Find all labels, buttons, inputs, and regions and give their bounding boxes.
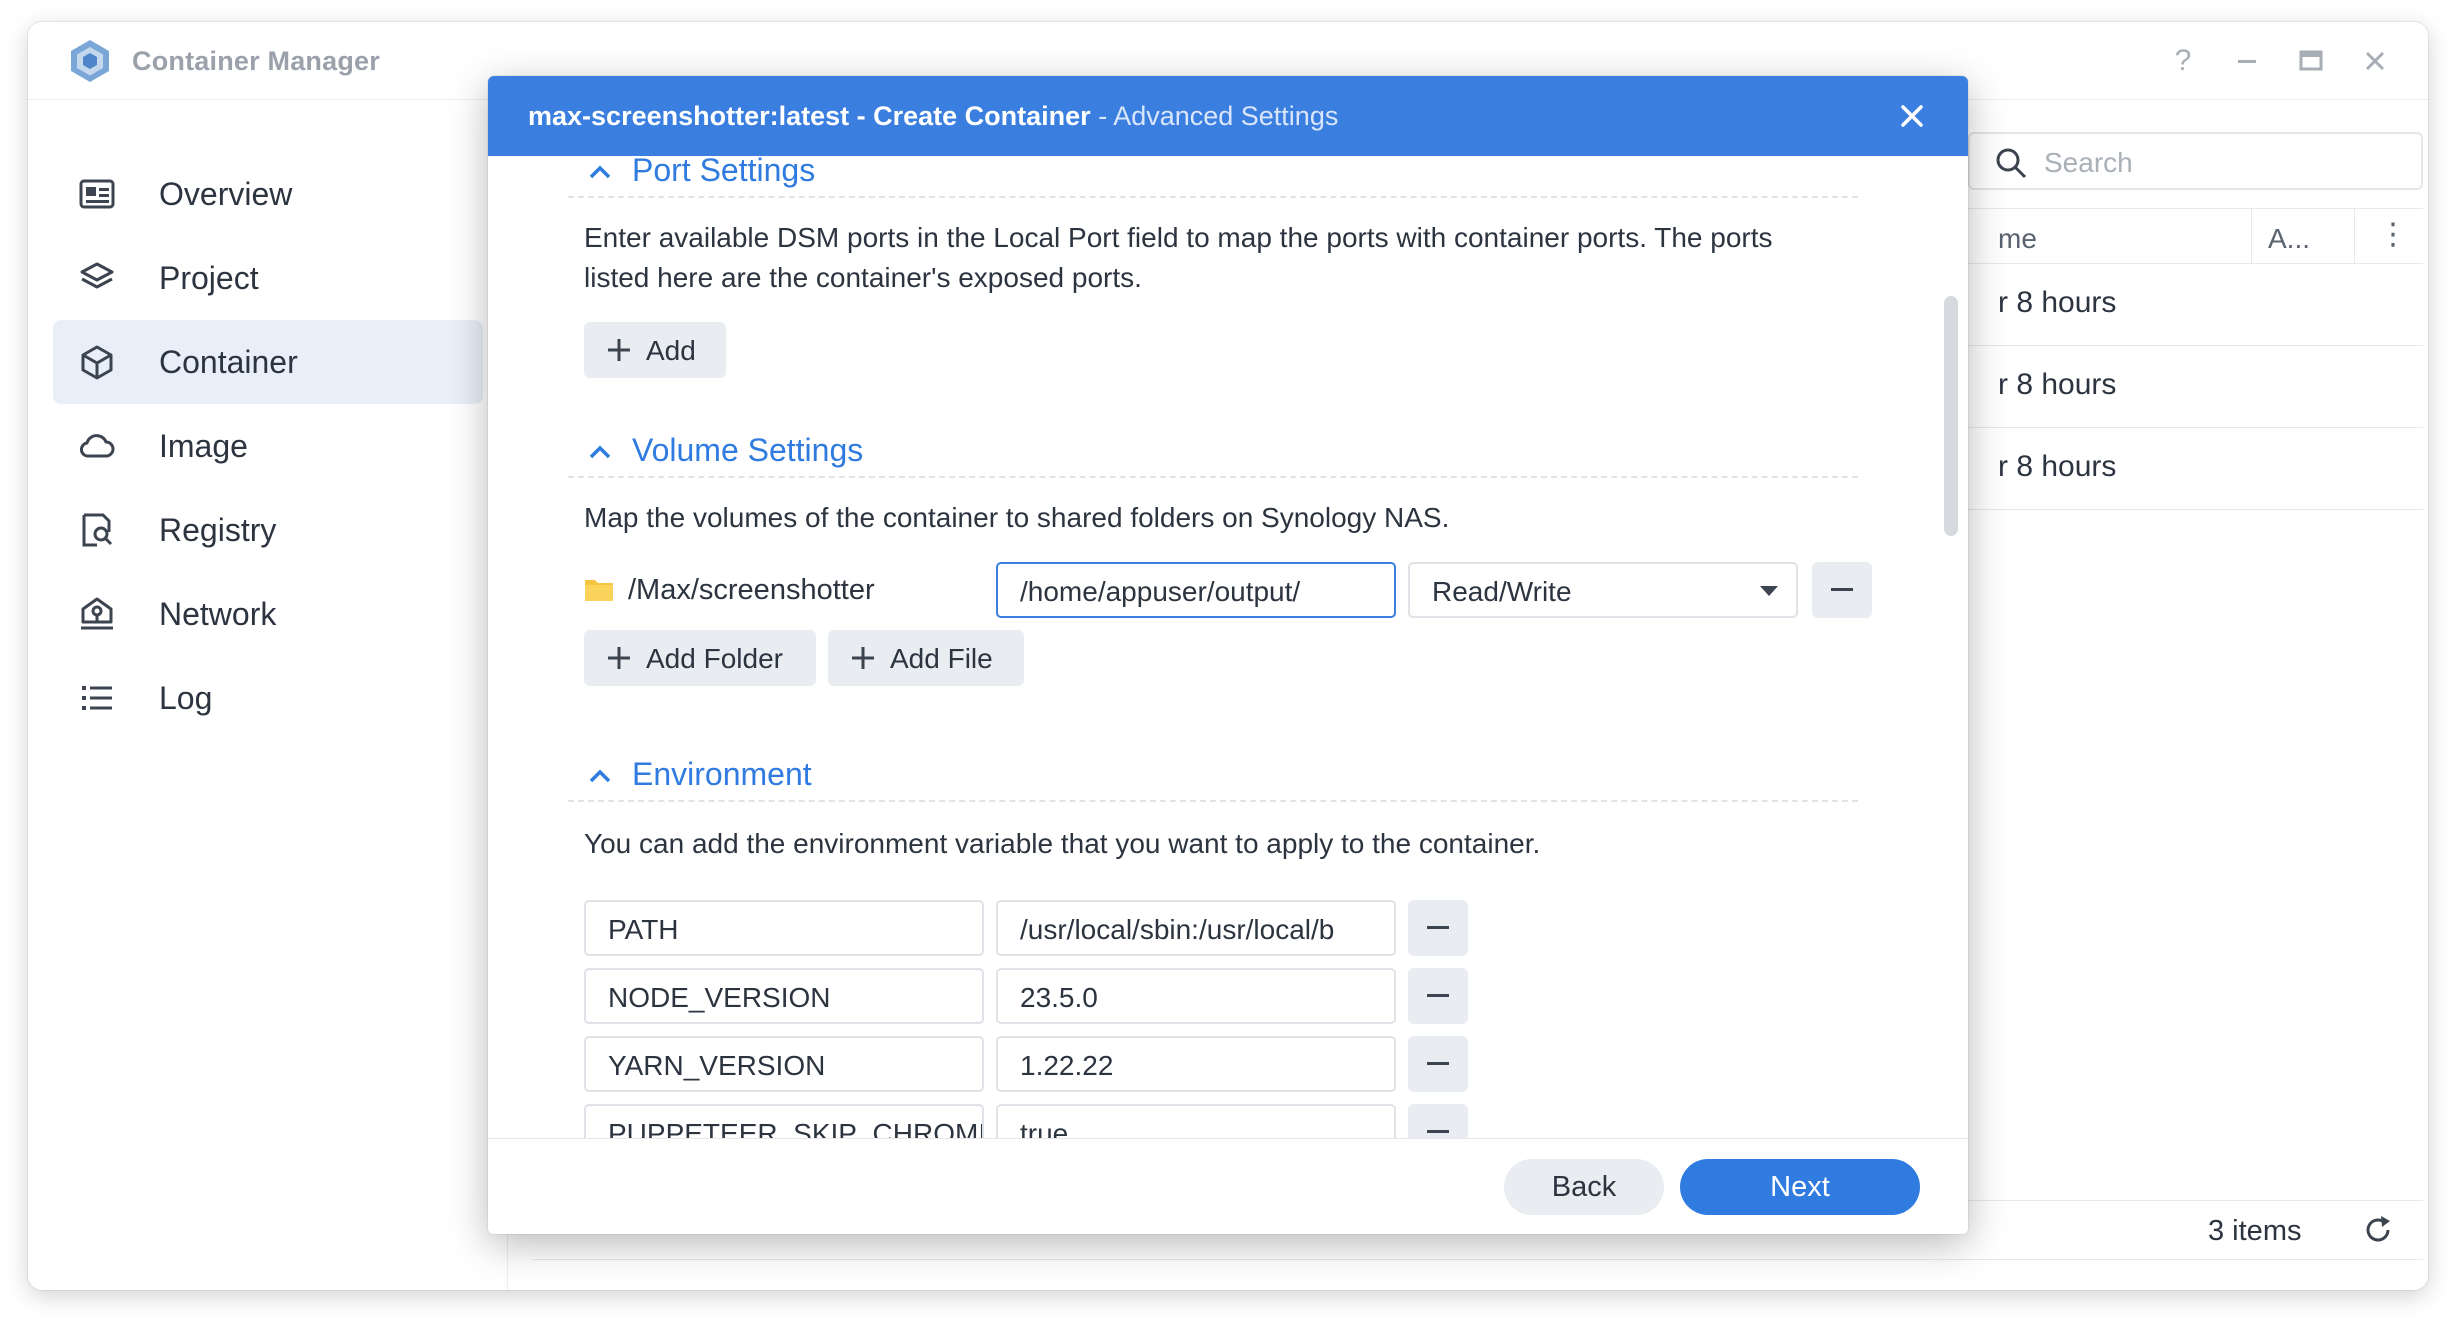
column-header-a[interactable]: A... [2268, 223, 2310, 255]
sidebar-item-container[interactable]: Container [53, 320, 483, 404]
maximize-icon [2299, 50, 2323, 71]
column-options-button[interactable]: ⋮ [2378, 217, 2408, 252]
refresh-icon[interactable] [2361, 1213, 2395, 1247]
help-button[interactable]: ? [2164, 42, 2202, 80]
sidebar-item-label: Container [159, 344, 298, 380]
dialog-header: max-screenshotter:latest - Create Contai… [488, 76, 1968, 156]
layers-icon [80, 262, 114, 289]
list-item[interactable]: r 8 hours [1968, 264, 2423, 346]
sidebar-item-label: Image [159, 428, 248, 464]
search-placeholder: Search [2044, 147, 2133, 178]
sidebar-item-registry[interactable]: Registry [53, 488, 483, 572]
button-label: Add [646, 335, 696, 366]
window-close-button[interactable] [2356, 42, 2394, 80]
sidebar-item-overview[interactable]: Overview [53, 152, 483, 236]
search-icon [1996, 148, 2027, 179]
minimize-button[interactable] [2228, 42, 2266, 80]
section-title: Port Settings [632, 156, 816, 188]
maximize-button[interactable] [2292, 42, 2330, 80]
section-port-settings[interactable]: Port Settings [568, 156, 1858, 198]
column-divider [2354, 209, 2355, 265]
environment-description: You can add the environment variable tha… [584, 828, 1541, 859]
minimize-icon [2238, 60, 2256, 63]
section-title: Environment [632, 756, 812, 792]
remove-env-button[interactable] [1408, 1036, 1468, 1092]
plus-icon [852, 647, 874, 669]
sidebar-item-label: Project [159, 260, 259, 296]
column-divider [2251, 209, 2252, 265]
sidebar-item-log[interactable]: Log [53, 656, 483, 740]
section-volume-settings[interactable]: Volume Settings [568, 428, 1858, 478]
list-icon [82, 686, 112, 710]
env-key-input[interactable]: NODE_VERSION [584, 968, 984, 1024]
list-item-uptime: r 8 hours [1998, 368, 2117, 401]
sidebar-item-network[interactable]: Network [53, 572, 483, 656]
dialog-title: max-screenshotter:latest - Create Contai… [528, 101, 1338, 132]
scrollbar[interactable] [1944, 296, 1958, 536]
list-header: me A... ⋮ [1968, 208, 2423, 265]
permission-select[interactable]: Read/Write [1408, 562, 1798, 618]
plus-icon [608, 339, 630, 361]
env-value-input[interactable]: 23.5.0 [996, 968, 1396, 1024]
list-item[interactable]: r 8 hours [1968, 428, 2423, 510]
button-label: Add File [890, 643, 993, 674]
sidebar-item-label: Network [159, 596, 277, 632]
button-label: Add Folder [646, 643, 783, 674]
back-button[interactable]: Back [1504, 1159, 1664, 1215]
network-house-icon [81, 597, 113, 630]
add-port-button[interactable]: Add [584, 322, 726, 378]
sidebar-item-image[interactable]: Image [53, 404, 483, 488]
sidebar-item-project[interactable]: Project [53, 236, 483, 320]
dialog-body: Port Settings Enter available DSM ports … [488, 156, 1968, 1216]
sidebar-item-label: Registry [159, 512, 277, 548]
next-button[interactable]: Next [1680, 1159, 1920, 1215]
close-icon [2365, 51, 2385, 71]
chevron-up-icon [589, 769, 611, 783]
create-container-dialog: max-screenshotter:latest - Create Contai… [488, 76, 1968, 1234]
volume-folder-path: /Max/screenshotter [628, 574, 875, 606]
remove-env-button[interactable] [1408, 900, 1468, 956]
folder-icon [585, 580, 613, 601]
list-item-uptime: r 8 hours [1998, 450, 2117, 483]
list-item-uptime: r 8 hours [1998, 286, 2117, 319]
env-key-input[interactable]: YARN_VERSION [584, 1036, 984, 1092]
plus-icon [608, 647, 630, 669]
registry-search-icon [82, 513, 113, 547]
chevron-up-icon [589, 445, 611, 459]
dialog-title-main: max-screenshotter:latest - Create Contai… [528, 101, 1091, 131]
add-folder-button[interactable]: Add Folder [584, 630, 816, 686]
dialog-footer: Back Next [488, 1138, 1968, 1234]
dialog-title-sub: - Advanced Settings [1090, 101, 1339, 131]
overview-icon [79, 179, 115, 209]
port-description: Enter available DSM ports in the Local P… [584, 222, 1773, 293]
remove-env-button[interactable] [1408, 968, 1468, 1024]
remove-volume-button[interactable] [1812, 562, 1872, 618]
chevron-down-icon [1760, 586, 1778, 596]
sidebar: Overview Project Container Image Registr… [28, 100, 508, 1290]
section-environment[interactable]: Environment [568, 752, 1858, 802]
search-input[interactable]: Search [1968, 132, 2423, 190]
mount-path-input[interactable]: /home/appuser/output/ [996, 562, 1396, 618]
add-file-button[interactable]: Add File [828, 630, 1024, 686]
env-key-input[interactable]: PATH [584, 900, 984, 956]
app-title: Container Manager [132, 46, 380, 76]
sidebar-item-label: Log [159, 680, 213, 716]
cloud-icon [80, 434, 115, 458]
env-value-input[interactable]: /usr/local/sbin:/usr/local/b [996, 900, 1396, 956]
section-title: Volume Settings [632, 432, 864, 468]
close-icon[interactable] [1896, 100, 1928, 132]
env-value-input[interactable]: 1.22.22 [996, 1036, 1396, 1092]
container-manager-logo-icon [71, 40, 109, 82]
items-count: 3 items [2208, 1215, 2302, 1247]
sidebar-item-label: Overview [159, 176, 293, 212]
permission-selected-value: Read/Write [1432, 576, 1572, 607]
volume-description: Map the volumes of the container to shar… [584, 502, 1450, 533]
list-item[interactable]: r 8 hours [1968, 346, 2423, 428]
cube-icon [81, 345, 113, 380]
column-header-name[interactable]: me [1998, 223, 2037, 255]
chevron-up-icon [589, 165, 611, 179]
